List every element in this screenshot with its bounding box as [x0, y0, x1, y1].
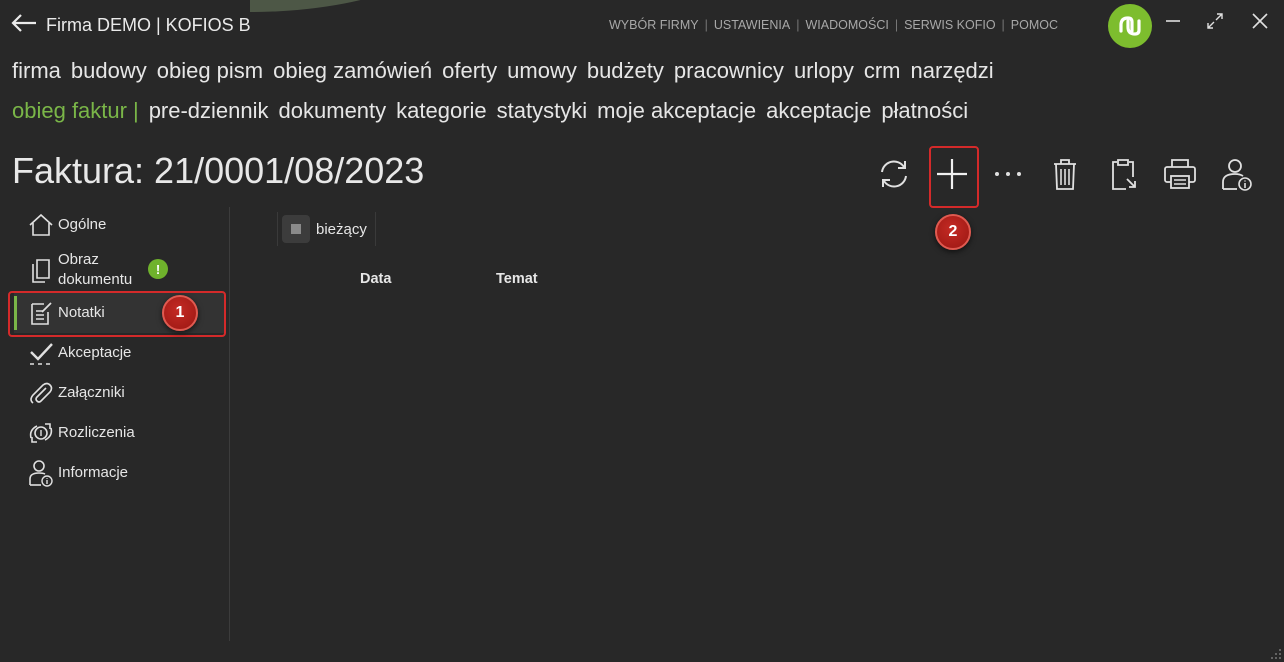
delete-button[interactable] [1045, 154, 1085, 194]
menu-obieg-zamowien[interactable]: obieg zamówień [273, 58, 432, 84]
menu-urlopy[interactable]: urlopy [794, 58, 854, 84]
print-icon [1164, 159, 1196, 189]
submenu-kategorie[interactable]: kategorie [396, 98, 487, 124]
menu-crm[interactable]: crm [864, 58, 901, 84]
user-info-icon [1222, 159, 1252, 191]
top-links: WYBÓR FIRMY | USTAWIENIA | WIADOMOŚCI | … [606, 18, 1061, 32]
sidebar-item-informacje[interactable]: Informacje [14, 453, 224, 493]
submenu-dokumenty[interactable]: dokumenty [279, 98, 387, 124]
more-icon [995, 172, 1021, 176]
submenu-separator: | [132, 98, 139, 123]
back-arrow-icon[interactable] [10, 12, 38, 34]
submenu-pre-dziennik[interactable]: pre-dziennik [149, 98, 269, 124]
print-button[interactable] [1160, 154, 1200, 194]
menu-narzedzia[interactable]: narzędzi [911, 58, 994, 84]
home-icon [26, 210, 56, 240]
warning-icon: ! [148, 259, 168, 279]
sidebar-item-label: Informacje [58, 464, 129, 481]
paperclip-icon [26, 378, 56, 408]
app-title: Firma DEMO | KOFIOS B [46, 15, 251, 35]
sidebar-item-label: Ogólne [58, 216, 107, 233]
filter-stop-icon [282, 215, 310, 243]
sidebar-item-label: Załączniki [58, 384, 125, 401]
menu-oferty[interactable]: oferty [442, 58, 497, 84]
submenu-platnosci[interactable]: płatności [881, 98, 968, 124]
user-info-icon [26, 458, 56, 488]
filter-label: bieżący [316, 220, 367, 238]
link-pomoc[interactable]: POMOC [1008, 18, 1061, 32]
link-ustawienia[interactable]: USTAWIENIA [711, 18, 793, 32]
submenu-akceptacje[interactable]: akceptacje [766, 98, 871, 124]
close-icon[interactable] [1249, 10, 1271, 32]
menu-budzety[interactable]: budżety [587, 58, 664, 84]
sub-menu: obieg faktur | pre-dziennik dokumenty ka… [12, 98, 968, 124]
sidebar-item-obraz-dokumentu[interactable]: Obraz dokumentu [14, 245, 224, 295]
money-exchange-icon [26, 418, 56, 448]
submenu-moje-akceptacje[interactable]: moje akceptacje [597, 98, 756, 124]
sidebar-item-label: Akceptacje [58, 344, 132, 361]
menu-budowy[interactable]: budowy [71, 58, 147, 84]
more-button[interactable] [988, 154, 1028, 194]
user-info-button[interactable] [1217, 154, 1257, 194]
sidebar: Ogólne Obraz dokumentu ! Notatki 1 Akcep… [0, 205, 230, 645]
delete-icon [1054, 159, 1076, 190]
sidebar-item-label: Rozliczenia [58, 424, 135, 441]
sidebar-item-label: Obraz dokumentu [58, 251, 133, 288]
menu-umowy[interactable]: umowy [507, 58, 577, 84]
menu-pracownicy[interactable]: pracownicy [674, 58, 784, 84]
column-header-temat[interactable]: Temat [496, 271, 538, 287]
refresh-button[interactable] [874, 154, 914, 194]
title-bar: Firma DEMO | KOFIOS B WYBÓR FIRMY | USTA… [0, 0, 1284, 52]
sidebar-item-ogolne[interactable]: Ogólne [14, 205, 224, 245]
checkmark-icon [26, 338, 56, 368]
maximize-icon[interactable] [1204, 10, 1226, 32]
submenu-obieg-faktur[interactable]: obieg faktur [12, 98, 127, 124]
clipboard-button[interactable] [1103, 154, 1143, 194]
link-serwis-kofio[interactable]: SERWIS KOFIO [901, 18, 998, 32]
document-copy-icon [26, 255, 56, 285]
submenu-statystyki[interactable]: statystyki [497, 98, 587, 124]
sidebar-item-rozliczenia[interactable]: Rozliczenia [14, 413, 224, 453]
add-button-highlight [929, 146, 979, 208]
filter-biezacy[interactable]: bieżący [277, 212, 376, 246]
page-title: Faktura: 21/0001/08/2023 [12, 150, 425, 191]
kofio-logo[interactable] [1108, 4, 1152, 48]
sidebar-item-akceptacje[interactable]: Akceptacje [14, 333, 224, 373]
clipboard-icon [1112, 159, 1136, 190]
minimize-icon[interactable] [1162, 10, 1184, 32]
step-badge-2: 2 [935, 214, 971, 250]
sidebar-item-zalaczniki[interactable]: Załączniki [14, 373, 224, 413]
step-badge-1: 1 [162, 295, 198, 331]
main-menu: firma budowy obieg pism obieg zamówień o… [12, 58, 994, 84]
menu-firma[interactable]: firma [12, 58, 61, 84]
kofio-logo-icon [1119, 16, 1141, 36]
link-wybor-firmy[interactable]: WYBÓR FIRMY [606, 18, 702, 32]
refresh-icon [881, 160, 907, 188]
column-header-data[interactable]: Data [360, 271, 391, 287]
menu-obieg-pism[interactable]: obieg pism [157, 58, 263, 84]
resize-grip-icon[interactable] [1270, 648, 1282, 660]
panel-divider [229, 207, 230, 641]
link-wiadomosci[interactable]: WIADOMOŚCI [803, 18, 892, 32]
